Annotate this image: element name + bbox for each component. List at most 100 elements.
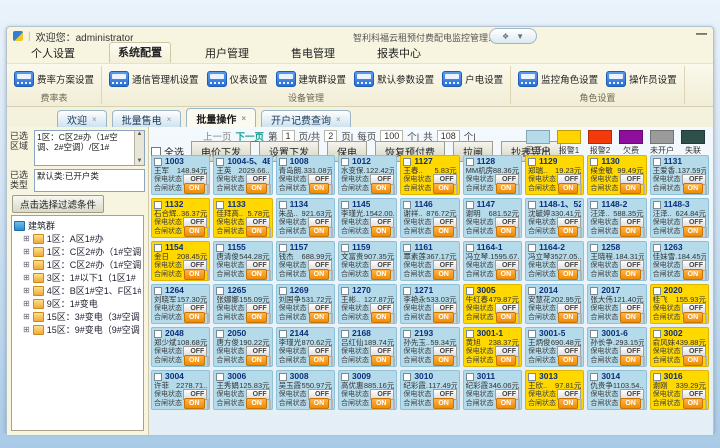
card-checkbox[interactable]: [341, 244, 349, 252]
switch-on-button[interactable]: ON: [309, 226, 330, 237]
ribbon-button[interactable]: 费率方案设置: [14, 71, 94, 87]
menu-tab[interactable]: 售电管理: [283, 44, 343, 63]
card-checkbox[interactable]: [653, 244, 661, 252]
meter-card[interactable]: 3001-6孙长争..293.15元保电状态OFF合闸状态ON: [587, 327, 646, 367]
tree-item[interactable]: ⊞4区：B区1#空1、F区1#空: [23, 284, 141, 297]
scroll-up-icon[interactable]: ▲: [135, 131, 144, 138]
card-checkbox[interactable]: [216, 373, 224, 381]
meter-card[interactable]: 2014安慧花202.95元保电状态OFF合闸状态ON: [525, 284, 584, 324]
tab-close-icon[interactable]: ×: [167, 115, 172, 124]
meter-card[interactable]: 1130候金敏99.49元保电状态OFF合闸状态ON: [587, 155, 646, 195]
card-checkbox[interactable]: [279, 158, 287, 166]
card-checkbox[interactable]: [341, 373, 349, 381]
meter-card[interactable]: 3013王欣..97.81元保电状态OFF合闸状态ON: [525, 370, 584, 410]
meter-card[interactable]: 3010纪彩霞..117.49元保电状态OFF合闸状态ON: [400, 370, 459, 410]
meter-card[interactable]: 1129郑瑞..19.23元保电状态OFF合闸状态ON: [525, 155, 584, 195]
meter-card[interactable]: 1145李瑾光..1542.00..保电状态OFF合闸状态ON: [338, 198, 397, 238]
selected-type-box[interactable]: 默认类:已开户类: [34, 169, 145, 192]
switch-on-button[interactable]: ON: [309, 355, 330, 366]
meter-card[interactable]: 1161覃素莲367.17元保电状态OFF合闸状态ON: [400, 241, 459, 281]
switch-on-button[interactable]: ON: [496, 312, 517, 323]
tab-close-icon[interactable]: ×: [241, 114, 246, 123]
meter-card[interactable]: 1270王彬..127.87元保电状态OFF合闸状态ON: [338, 284, 397, 324]
meter-card[interactable]: 2168吕红仙189.74元保电状态OFF合闸状态ON: [338, 327, 397, 367]
switch-on-button[interactable]: ON: [558, 269, 579, 280]
meter-card[interactable]: 3005牛红春479.87元保电状态OFF合闸状态ON: [463, 284, 522, 324]
minimize-button[interactable]: —: [696, 28, 707, 40]
meter-card[interactable]: 1269刘国争531.72元保电状态OFF合闸状态ON: [276, 284, 335, 324]
meter-card[interactable]: 1134朱品..921.63元保电状态OFF合闸状态ON: [276, 198, 335, 238]
card-checkbox[interactable]: [341, 158, 349, 166]
card-checkbox[interactable]: [403, 201, 411, 209]
scrollbar[interactable]: ▲ ▼: [134, 131, 144, 165]
card-checkbox[interactable]: [590, 373, 598, 381]
switch-on-button[interactable]: ON: [496, 226, 517, 237]
switch-on-button[interactable]: ON: [496, 269, 517, 280]
switch-on-button[interactable]: ON: [620, 226, 641, 237]
meter-card[interactable]: 1155唐清俊544.28元保电状态OFF合闸状态ON: [213, 241, 272, 281]
expand-icon[interactable]: ⊞: [23, 247, 30, 256]
doc-tab[interactable]: 批量操作×: [186, 108, 256, 127]
card-checkbox[interactable]: [466, 158, 474, 166]
switch-on-button[interactable]: ON: [558, 183, 579, 194]
meter-card[interactable]: 1132石合辉..36.37元保电状态OFF合闸状态ON: [151, 198, 210, 238]
switch-on-button[interactable]: ON: [184, 312, 205, 323]
meter-card[interactable]: 2017张大伟121.40元保电状态OFF合闸状态ON: [587, 284, 646, 324]
card-checkbox[interactable]: [466, 244, 474, 252]
meter-card[interactable]: 3014仇贵争1103.54..保电状态OFF合闸状态ON: [587, 370, 646, 410]
switch-on-button[interactable]: ON: [371, 355, 392, 366]
card-checkbox[interactable]: [216, 287, 224, 295]
switch-on-button[interactable]: ON: [433, 269, 454, 280]
meter-card[interactable]: 2193孙先玉..59.34元保电状态OFF合闸状态ON: [400, 327, 459, 367]
selected-area-box[interactable]: 1区：C区2#办（1#空调、2#空调）/区1# ▲ ▼: [34, 130, 145, 166]
card-checkbox[interactable]: [590, 244, 598, 252]
switch-on-button[interactable]: ON: [433, 312, 454, 323]
switch-on-button[interactable]: ON: [433, 183, 454, 194]
menu-tab[interactable]: 报表中心: [369, 44, 429, 63]
meter-card[interactable]: 1003王军148.94元保电状态OFF合闸状态ON: [151, 155, 210, 195]
meter-card[interactable]: 1147谢明681.52元保电状态OFF合闸状态ON: [463, 198, 522, 238]
switch-on-button[interactable]: ON: [184, 269, 205, 280]
doc-tab[interactable]: 开户记费查询×: [261, 110, 351, 127]
card-checkbox[interactable]: [466, 373, 474, 381]
switch-on-button[interactable]: ON: [184, 398, 205, 409]
meter-card[interactable]: 1164-2冯立琴3527.05..保电状态OFF合闸状态ON: [525, 241, 584, 281]
ribbon-button[interactable]: 户电设置: [442, 71, 503, 87]
tree-item[interactable]: ⊞1区：C区2#办（1#空调: [23, 245, 141, 258]
meter-card[interactable]: 1164-1冯立琴..1595.67..保电状态OFF合闸状态ON: [463, 241, 522, 281]
expand-icon[interactable]: ⊞: [23, 234, 30, 243]
card-checkbox[interactable]: [279, 330, 287, 338]
card-checkbox[interactable]: [466, 330, 474, 338]
switch-on-button[interactable]: ON: [683, 226, 704, 237]
meter-card[interactable]: 3009高优惠885.16元保电状态OFF合闸状态ON: [338, 370, 397, 410]
switch-on-button[interactable]: ON: [620, 183, 641, 194]
meter-card[interactable]: 1008青岛朗..331.08元保电状态OFF合闸状态ON: [276, 155, 335, 195]
meter-card[interactable]: 1154金日208.45元保电状态OFF合闸状态ON: [151, 241, 210, 281]
meter-card[interactable]: 1263佳妹雪..184.45元保电状态OFF合闸状态ON: [650, 241, 709, 281]
switch-on-button[interactable]: ON: [309, 183, 330, 194]
scroll-down-icon[interactable]: ▼: [135, 158, 144, 165]
card-checkbox[interactable]: [653, 330, 661, 338]
tree-item[interactable]: ⊞1区：C区2#办（1#空调（: [23, 258, 141, 271]
card-checkbox[interactable]: [528, 201, 536, 209]
switch-on-button[interactable]: ON: [184, 226, 205, 237]
switch-on-button[interactable]: ON: [558, 226, 579, 237]
meter-card[interactable]: 1004-5、4B一王英2029.66..保电状态OFF合闸状态ON: [213, 155, 272, 195]
switch-on-button[interactable]: ON: [371, 183, 392, 194]
chevron-down-icon[interactable]: ▼: [516, 32, 524, 41]
filter-select-button[interactable]: 点击选择过滤条件: [12, 195, 104, 213]
switch-on-button[interactable]: ON: [683, 183, 704, 194]
meter-card[interactable]: 1159文富贵907.35元保电状态OFF合闸状态ON: [338, 241, 397, 281]
expand-icon[interactable]: ⊞: [23, 312, 30, 321]
card-checkbox[interactable]: [403, 373, 411, 381]
expand-icon[interactable]: ⊞: [23, 286, 30, 295]
meter-card[interactable]: 1271李艳永533.03元保电状态OFF合闸状态ON: [400, 284, 459, 324]
switch-on-button[interactable]: ON: [683, 398, 704, 409]
meter-card[interactable]: 1131王爱香..137.59元保电状态OFF合闸状态ON: [650, 155, 709, 195]
meter-card[interactable]: 1148-3汪泽..624.84元保电状态OFF合闸状态ON: [650, 198, 709, 238]
card-checkbox[interactable]: [154, 201, 162, 209]
doc-tab[interactable]: 批量售电×: [112, 110, 182, 127]
card-checkbox[interactable]: [528, 330, 536, 338]
card-checkbox[interactable]: [216, 330, 224, 338]
meter-card[interactable]: 1258王晓程..184.31元保电状态OFF合闸状态ON: [587, 241, 646, 281]
